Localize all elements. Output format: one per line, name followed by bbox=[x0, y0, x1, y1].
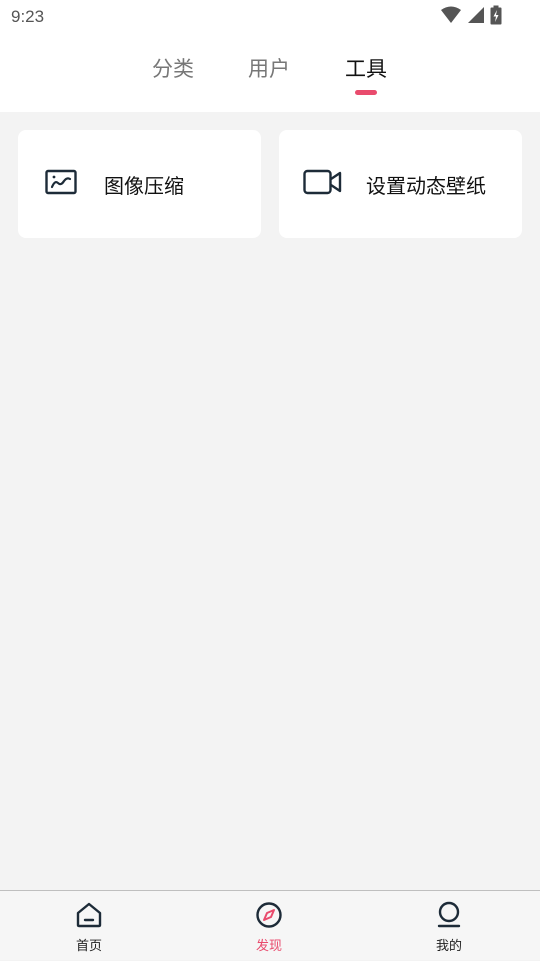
nav-home-label: 首页 bbox=[75, 939, 102, 954]
wifi-icon bbox=[441, 6, 461, 23]
compass-icon bbox=[256, 902, 282, 928]
nav-mine[interactable]: 我的 bbox=[394, 891, 504, 961]
signal-icon bbox=[468, 7, 484, 23]
active-tab-indicator bbox=[355, 90, 377, 95]
home-icon bbox=[76, 902, 102, 928]
nav-discover[interactable]: 发现 bbox=[214, 891, 324, 961]
battery-charging-icon bbox=[490, 5, 502, 25]
set-live-wallpaper-label: 设置动态壁纸 bbox=[366, 174, 486, 198]
tab-category[interactable]: 分类 bbox=[152, 53, 194, 83]
image-compress-label: 图像压缩 bbox=[104, 174, 184, 198]
tools-content: 图像压缩 设置动态壁纸 bbox=[0, 112, 540, 891]
bottom-nav: 首页 发现 我的 bbox=[0, 890, 540, 960]
user-icon bbox=[437, 901, 461, 928]
tab-tools[interactable]: 工具 bbox=[345, 53, 387, 83]
nav-discover-label: 发现 bbox=[255, 939, 282, 954]
nav-mine-label: 我的 bbox=[435, 939, 462, 954]
top-tab-bar: 分类 用户 工具 bbox=[0, 34, 540, 112]
set-live-wallpaper-card[interactable]: 设置动态壁纸 bbox=[279, 130, 522, 238]
video-camera-icon bbox=[303, 169, 342, 195]
status-icons bbox=[440, 5, 502, 25]
image-compress-card[interactable]: 图像压缩 bbox=[18, 130, 261, 238]
status-bar: 9:23 bbox=[0, 0, 540, 34]
tab-users[interactable]: 用户 bbox=[248, 53, 290, 83]
nav-home[interactable]: 首页 bbox=[34, 891, 144, 961]
status-time: 9:23 bbox=[11, 7, 45, 26]
image-icon bbox=[45, 169, 77, 195]
